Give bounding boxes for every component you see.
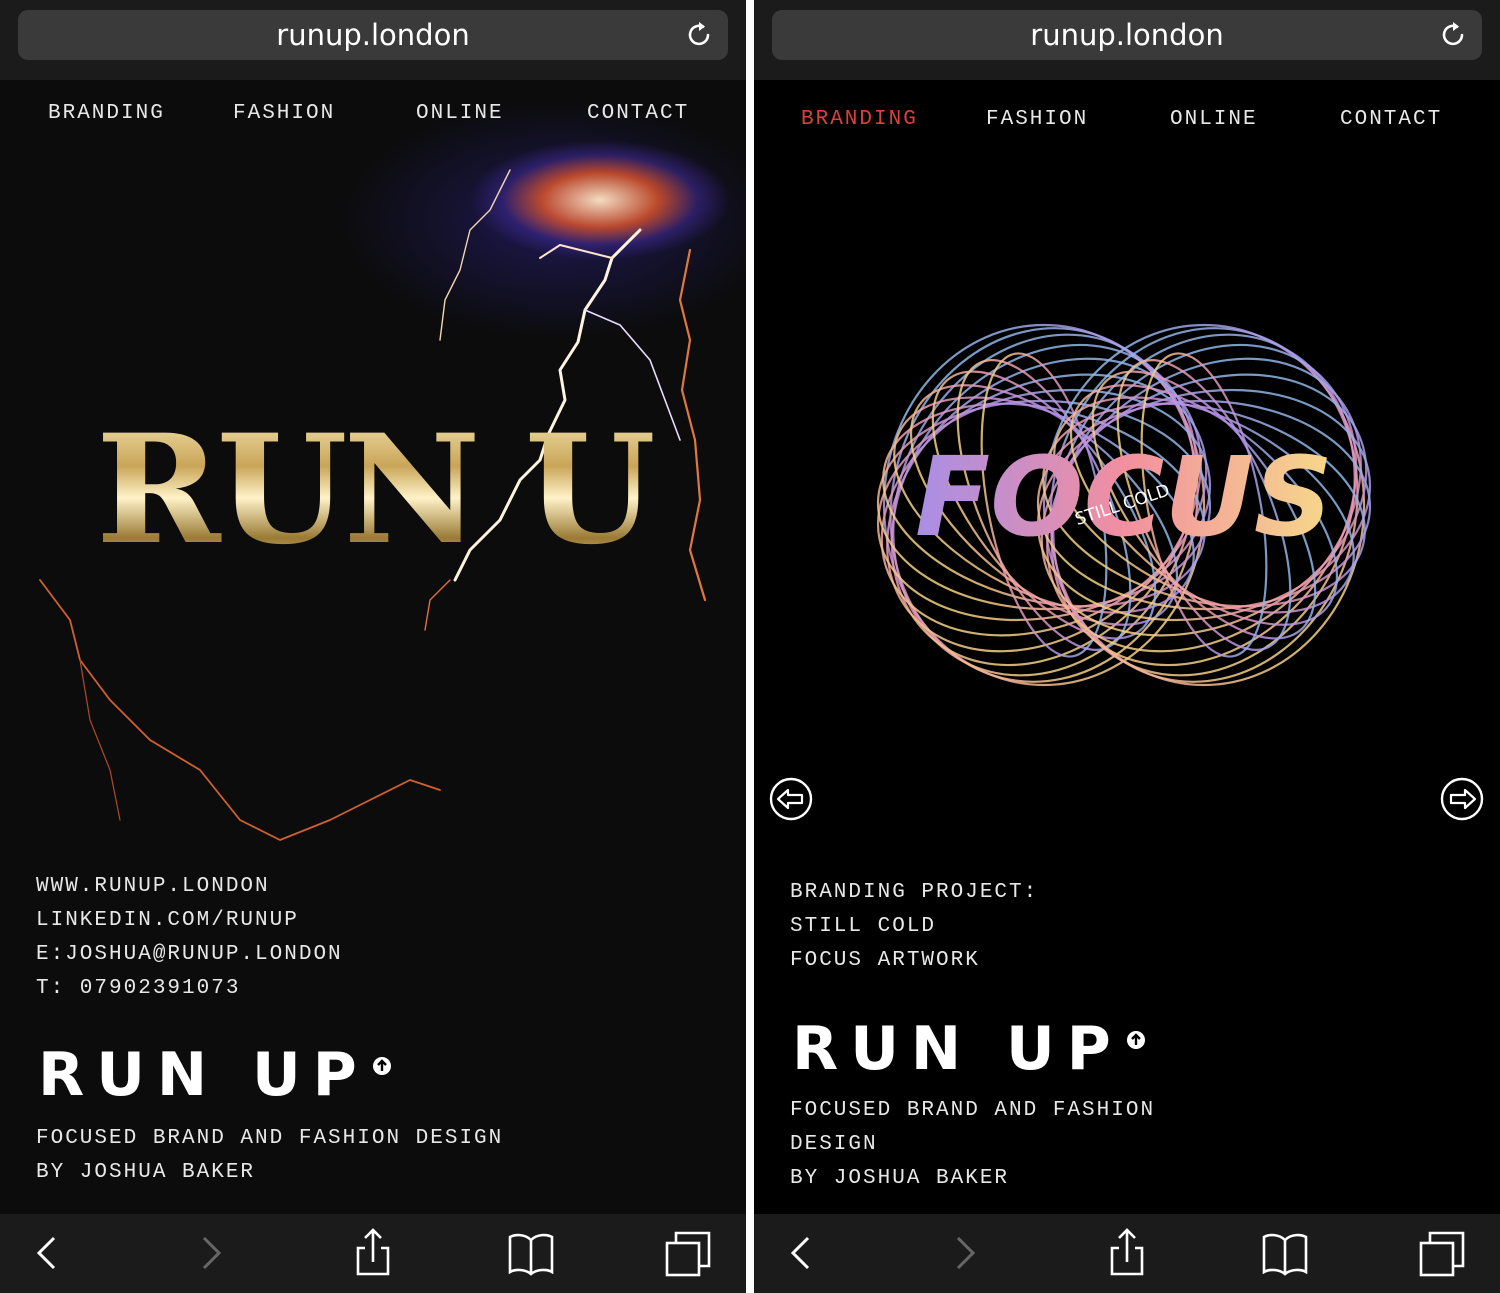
project-line: FOCUS ARTWORK bbox=[790, 949, 980, 972]
arrow-up-circle-icon bbox=[1127, 1031, 1145, 1049]
project-description: BRANDING PROJECT: STILL COLD FOCUS ARTWO… bbox=[790, 876, 1038, 978]
nav-contact[interactable]: CONTACT bbox=[587, 102, 689, 125]
reload-icon[interactable] bbox=[1438, 20, 1468, 50]
focus-artwork-image: FOCUS STILL COLD bbox=[876, 323, 1372, 687]
nav-fashion[interactable]: FASHION bbox=[233, 102, 335, 125]
browser-toolbar bbox=[0, 1214, 746, 1293]
phone-screen-home: runup.london BRANDING FASHION ONLINE CON… bbox=[0, 0, 746, 1293]
back-icon[interactable] bbox=[22, 1228, 72, 1278]
share-icon[interactable] bbox=[1102, 1228, 1152, 1278]
site-nav: BRANDING FASHION ONLINE CONTACT bbox=[0, 102, 746, 142]
reload-icon[interactable] bbox=[684, 20, 714, 50]
url-field[interactable]: runup.london bbox=[18, 10, 728, 60]
tagline-line: FOCUSED BRAND AND FASHION bbox=[790, 1099, 1156, 1122]
tagline: FOCUSED BRAND AND FASHION DESIGN BY JOSH… bbox=[790, 1094, 1155, 1196]
contact-phone[interactable]: T: 07902391073 bbox=[36, 972, 343, 1006]
tagline-line: DESIGN bbox=[790, 1133, 878, 1156]
project-line: STILL COLD bbox=[790, 915, 937, 938]
nav-branding[interactable]: BRANDING bbox=[801, 108, 918, 131]
page-content: BRANDING FASHION ONLINE CONTACT RUN UP W… bbox=[0, 80, 746, 1214]
browser-toolbar bbox=[754, 1214, 1500, 1293]
nav-online[interactable]: ONLINE bbox=[1170, 108, 1258, 131]
nav-branding[interactable]: BRANDING bbox=[48, 102, 165, 125]
forward-icon[interactable] bbox=[186, 1228, 236, 1278]
tabs-icon[interactable] bbox=[1418, 1228, 1468, 1278]
brand-logo: RUN UP bbox=[792, 1014, 1123, 1084]
back-icon[interactable] bbox=[776, 1228, 826, 1278]
url-text: runup.london bbox=[276, 18, 470, 52]
tagline-line: BY JOSHUA BAKER bbox=[36, 1161, 256, 1184]
contact-website[interactable]: WWW.RUNUP.LONDON bbox=[36, 870, 343, 904]
browser-address-bar: runup.london bbox=[754, 0, 1500, 80]
browser-address-bar: runup.london bbox=[0, 0, 746, 80]
phone-screen-branding: runup.london BRANDING FASHION ONLINE CON… bbox=[754, 0, 1500, 1293]
nav-contact[interactable]: CONTACT bbox=[1340, 108, 1442, 131]
tagline-line: BY JOSHUA BAKER bbox=[790, 1167, 1010, 1190]
arrow-up-circle-icon bbox=[373, 1057, 391, 1075]
site-nav: BRANDING FASHION ONLINE CONTACT bbox=[754, 108, 1500, 148]
carousel-next-button[interactable] bbox=[1440, 777, 1484, 821]
share-icon[interactable] bbox=[348, 1228, 398, 1278]
carousel-prev-button[interactable] bbox=[769, 777, 813, 821]
brand-logo: RUN UP bbox=[38, 1040, 369, 1110]
nav-online[interactable]: ONLINE bbox=[416, 102, 504, 125]
tabs-icon[interactable] bbox=[664, 1228, 714, 1278]
project-line: BRANDING PROJECT: bbox=[790, 881, 1039, 904]
nav-fashion[interactable]: FASHION bbox=[986, 108, 1088, 131]
url-field[interactable]: runup.london bbox=[772, 10, 1482, 60]
hero-title: RUN UP bbox=[96, 402, 746, 578]
url-text: runup.london bbox=[1030, 18, 1224, 52]
contact-info: WWW.RUNUP.LONDON LINKEDIN.COM/RUNUP E:JO… bbox=[36, 870, 343, 1006]
tagline: FOCUSED BRAND AND FASHION DESIGN BY JOSH… bbox=[36, 1122, 503, 1190]
page-content: BRANDING FASHION ONLINE CONTACT FOCUS ST… bbox=[754, 80, 1500, 1214]
forward-icon[interactable] bbox=[940, 1228, 990, 1278]
bookmarks-icon[interactable] bbox=[506, 1228, 556, 1278]
contact-email[interactable]: E:JOSHUA@RUNUP.LONDON bbox=[36, 938, 343, 972]
contact-linkedin[interactable]: LINKEDIN.COM/RUNUP bbox=[36, 904, 343, 938]
tagline-line: FOCUSED BRAND AND FASHION DESIGN bbox=[36, 1127, 504, 1150]
bookmarks-icon[interactable] bbox=[1260, 1228, 1310, 1278]
